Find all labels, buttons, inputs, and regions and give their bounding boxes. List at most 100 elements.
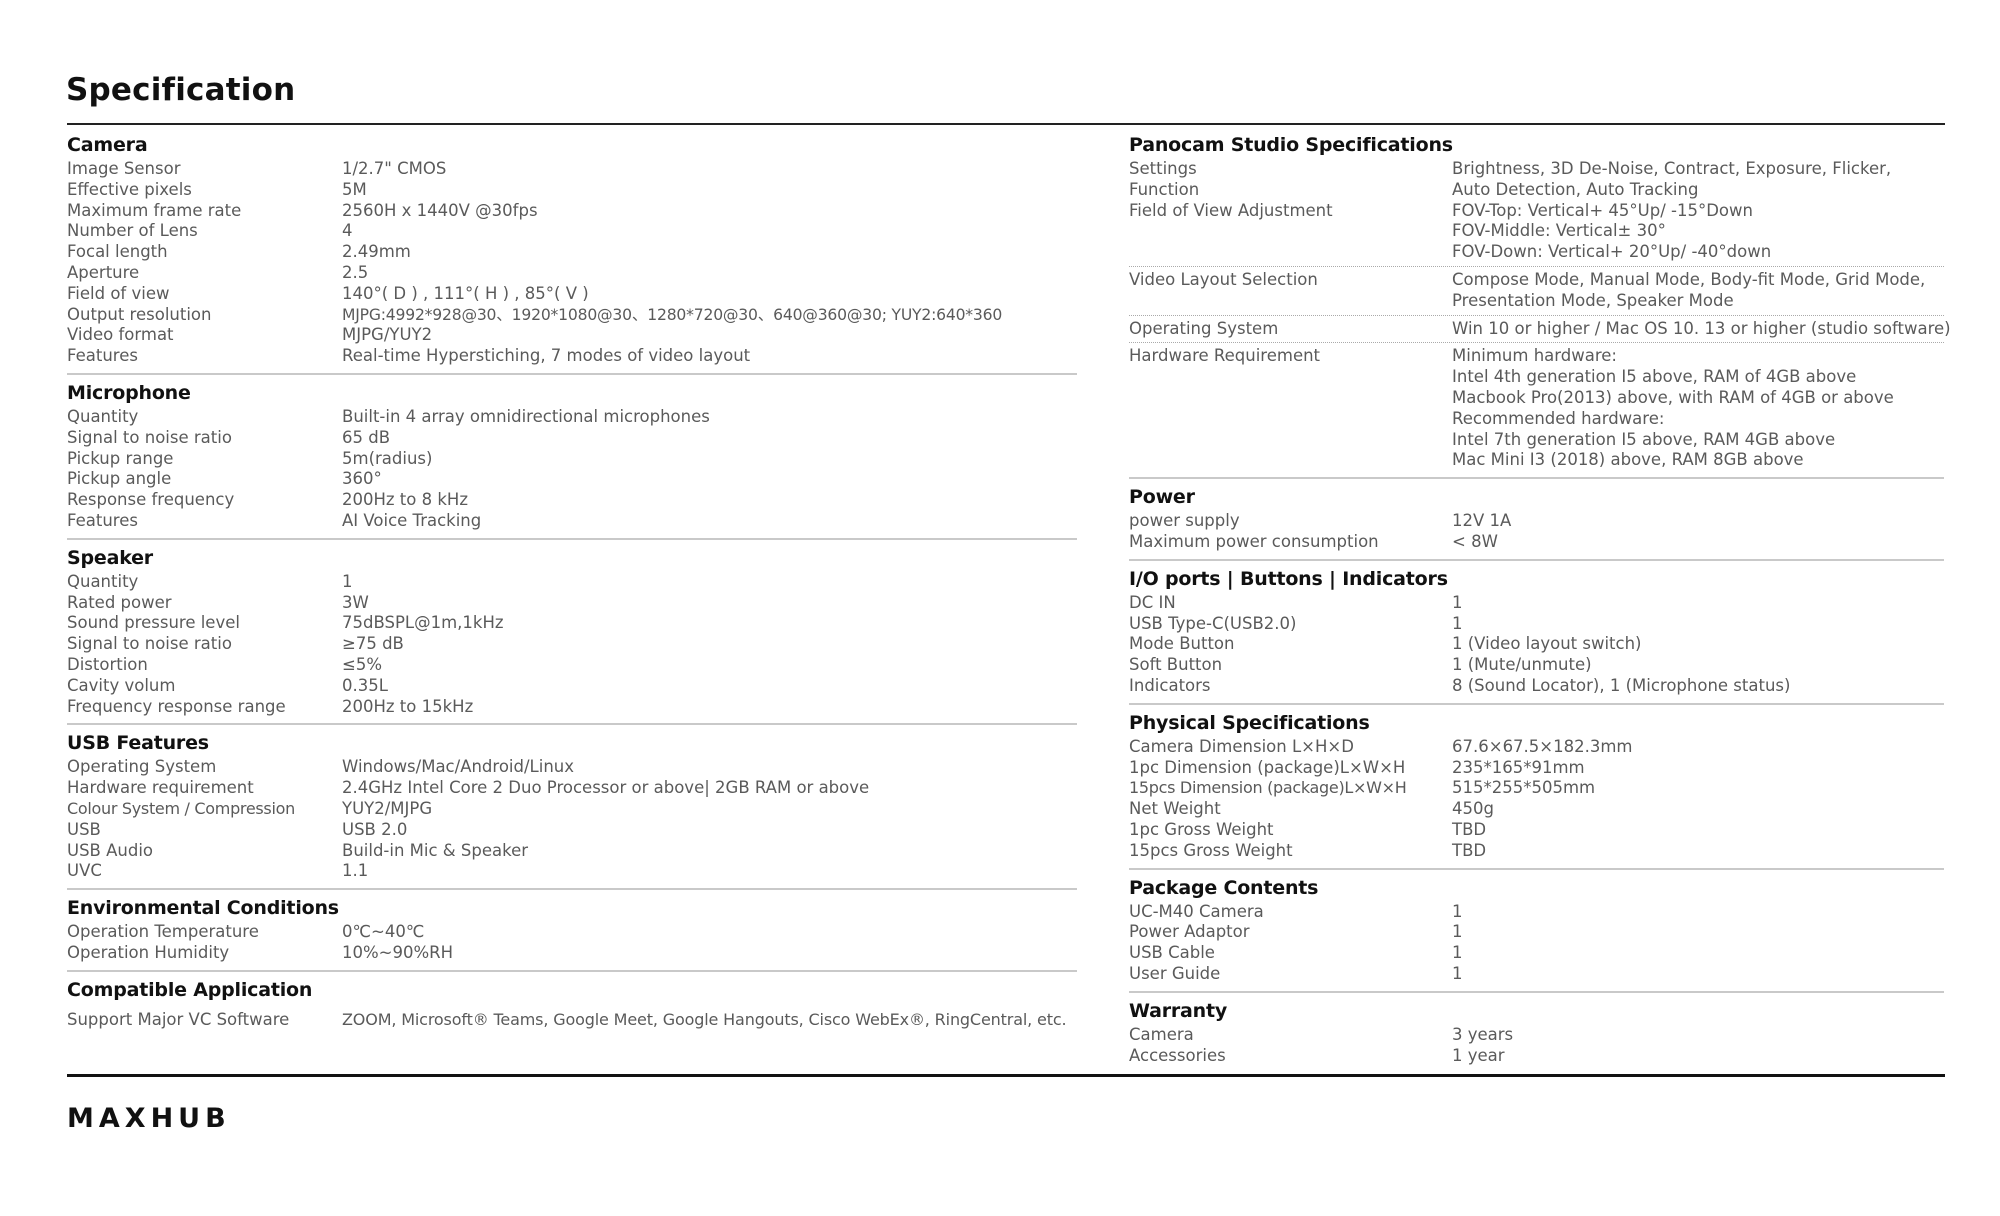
spec-value: Auto Detection, Auto Tracking (1452, 180, 1698, 201)
spec-row: Signal to noise ratio 65 dB (67, 428, 1077, 449)
spec-value: Real-time Hyperstiching, 7 modes of vide… (342, 346, 751, 366)
spec-label: Quantity (67, 406, 139, 426)
spec-label: Hardware requirement (67, 778, 254, 798)
spec-value-line: Mac Mini I3 (2018) above, RAM 8GB above (1452, 450, 1804, 470)
spec-value-line: Minimum hardware: (1452, 346, 1617, 366)
spec-value-line: Brightness, 3D De-Noise, Contract, Expos… (1452, 159, 1892, 178)
spec-value: Build-in Mic & Speaker (342, 840, 529, 860)
spec-row: Operation Humidity 10%~90%RH (67, 943, 1077, 964)
right-column: Panocam Studio Specifications Settings Br… (1129, 131, 1951, 1072)
section-package-contents: Package Contents UC-M40 Camera 1 Power Ad… (1129, 867, 1944, 991)
spec-row: Number of Lens 4 (67, 221, 1077, 242)
spec-value: 1 (1452, 922, 1463, 942)
spec-label: Operation Humidity (67, 942, 230, 962)
spec-label: Image Sensor (67, 159, 181, 178)
section-title: USB Features (67, 732, 209, 755)
spec-label: Signal to noise ratio (67, 427, 232, 447)
spec-value: Win 10 or higher / Mac OS 10. 13 or high… (1452, 319, 1951, 340)
spec-label: Net Weight (1129, 799, 1221, 819)
spec-label: Accessories (1129, 1045, 1226, 1065)
spec-value-line: Auto Detection, Auto Tracking (1452, 179, 1699, 199)
spec-row: Support Major VC Software ZOOM, Microsoft… (67, 1008, 1077, 1032)
spec-row: 1pc Gross Weight TBD (1129, 820, 1944, 841)
spec-row: Signal to noise ratio ≥75 dB (67, 634, 1077, 655)
spec-label: Features (67, 510, 138, 530)
spec-row: Operating System Win 10 or higher / Mac O… (1129, 314, 1951, 340)
spec-value: 67.6×67.5×182.3mm (1452, 736, 1633, 756)
section-title: Panocam Studio Specifications (1129, 134, 1453, 156)
spec-label: Signal to noise ratio (67, 634, 232, 654)
spec-value: 235*165*91mm (1452, 757, 1585, 777)
spec-value: 75dBSPL@1m,1kHz (342, 613, 504, 633)
spec-label: USB Audio (67, 840, 154, 860)
spec-row: Colour System / Compression YUY2/MJPG (67, 799, 1077, 820)
spec-label: Camera Dimension L×H×D (1129, 736, 1354, 756)
spec-row: Output resolution MJPG:4992*928@30、1920*1… (67, 305, 1077, 326)
spec-label: USB Type-C(USB2.0) (1129, 613, 1297, 633)
spec-row: USB Cable 1 (1129, 943, 1944, 964)
spec-label: Features (67, 346, 138, 366)
spec-row: Aperture 2.5 (67, 263, 1077, 284)
spec-label: Field of view (67, 283, 170, 303)
spec-label: Pickup range (67, 448, 174, 468)
spec-label: USB Cable (1129, 943, 1215, 963)
spec-label: Output resolution (67, 304, 212, 324)
spec-label: Maximum power consumption (1129, 531, 1379, 551)
section-title: Speaker (67, 546, 153, 569)
spec-row: Field of View Adjustment FOV-Top: Vertic… (1129, 201, 1944, 263)
spec-row: Settings Brightness, 3D De-Noise, Contrac… (1129, 159, 1944, 180)
section-microphone: Microphone Quantity Built-in 4 array omni… (67, 372, 1077, 538)
spec-label: Support Major VC Software (67, 1009, 290, 1029)
spec-value: 2.4GHz Intel Core 2 Duo Processor or abo… (342, 778, 870, 798)
spec-row: Pickup range 5m(radius) (67, 449, 1077, 470)
spec-label: 15pcs Dimension (package)L×W×H (1129, 778, 1407, 798)
spec-value: ZOOM, Microsoft® Teams, Google Meet, Goo… (342, 1009, 1067, 1029)
spec-label: USB (67, 819, 101, 839)
spec-label: Hardware Requirement (1129, 346, 1321, 366)
spec-label: Power Adaptor (1129, 922, 1250, 942)
spec-value: ≤5% (342, 654, 383, 674)
spec-value: YUY2/MJPG (342, 798, 433, 818)
spec-value: 1.1 (342, 861, 369, 881)
spec-row: Effective pixels 5M (67, 180, 1077, 201)
spec-value: 2.49mm (342, 242, 411, 262)
section-usb-features: USB Features Operating System Windows/Mac… (67, 723, 1077, 888)
spec-label: Aperture (67, 262, 140, 282)
spec-row: Power Adaptor 1 (1129, 922, 1944, 943)
spec-row: Soft Button 1 (Mute/unmute) (1129, 655, 1944, 676)
spec-label: power supply (1129, 511, 1240, 531)
spec-row: Operation Temperature 0℃~40℃ (67, 922, 1077, 943)
spec-value: 2.5 (342, 262, 369, 282)
spec-row: Frequency response range 200Hz to 15kHz (67, 697, 1077, 718)
spec-label: Cavity volum (67, 675, 176, 695)
maxhub-logo: MAXHUB (67, 1103, 231, 1134)
spec-value: MJPG/YUY2 (342, 325, 433, 345)
spec-row: USB Type-C(USB2.0) 1 (1129, 614, 1944, 635)
spec-label: User Guide (1129, 963, 1221, 983)
spec-label: Operating System (1129, 318, 1279, 338)
spec-label: 15pcs Gross Weight (1129, 840, 1293, 860)
spec-value: 515*255*505mm (1452, 778, 1596, 798)
spec-row: Cavity volum 0.35L (67, 676, 1077, 697)
spec-row: 1pc Dimension (package)L×W×H 235*165*91mm (1129, 758, 1944, 779)
spec-value: 0℃~40℃ (342, 922, 425, 942)
spec-row: UVC 1.1 (67, 861, 1077, 882)
spec-label: Soft Button (1129, 655, 1223, 675)
spec-label: Video format (67, 325, 174, 345)
top-divider (67, 123, 1945, 125)
spec-label: Quantity (67, 571, 139, 591)
spec-value: 5m(radius) (342, 448, 433, 468)
spec-label: Colour System / Compression (67, 798, 295, 818)
spec-value: 200Hz to 8 kHz (342, 490, 468, 510)
spec-value: 5M (342, 179, 367, 199)
section-title: Warranty (1129, 999, 1228, 1022)
spec-row: Field of view 140°( D ) , 111°( H ) , 85°… (67, 284, 1077, 305)
section-camera: Camera Image Sensor 1/2.7" CMOS Effective… (67, 131, 1077, 373)
spec-row: USB USB 2.0 (67, 820, 1077, 841)
spec-row: Maximum frame rate 2560H x 1440V @30fps (67, 201, 1077, 222)
spec-value-line: FOV-Down: Vertical+ 20°Up/ -40°down (1452, 242, 1772, 262)
section-title: Compatible Application (67, 978, 313, 1001)
spec-value-line: Compose Mode, Manual Mode, Body-fit Mode… (1452, 269, 1926, 289)
spec-value: TBD (1452, 819, 1487, 839)
spec-label: Sound pressure level (67, 613, 240, 633)
